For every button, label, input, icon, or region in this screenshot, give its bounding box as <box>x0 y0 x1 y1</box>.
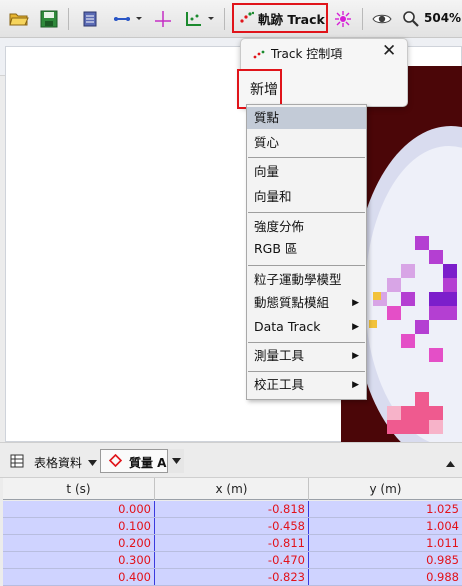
zoom-level[interactable]: 504% <box>424 11 461 25</box>
clip-settings-icon[interactable] <box>80 7 100 31</box>
table-cell[interactable]: -0.470 <box>155 552 309 568</box>
eye-icon[interactable] <box>370 7 394 31</box>
coordinate-axes-icon[interactable] <box>182 7 216 31</box>
track-dropdown-button[interactable] <box>167 449 184 473</box>
calibration-icon[interactable] <box>110 7 144 31</box>
table-toolbar: 表格資料 質量 A <box>0 442 462 478</box>
menu-divider <box>248 157 365 158</box>
table-icon <box>10 454 24 471</box>
table-row[interactable]: 0.100 -0.458 1.004 <box>3 518 462 535</box>
menu-item-data-track[interactable]: Data Track ▶ <box>247 316 366 338</box>
menu-item-vector[interactable]: 向量 <box>247 161 366 183</box>
track-button-label: 軌跡 Track <box>258 11 325 27</box>
close-icon[interactable]: ✕ <box>382 41 396 61</box>
chevron-down-icon[interactable] <box>88 456 97 470</box>
new-track-menu: 質點 質心 向量 向量和 強度分佈 RGB 區 粒子運動學模型 動態質點模組 ▶ … <box>246 104 367 400</box>
menu-divider <box>248 212 365 213</box>
table-cell[interactable]: 0.100 <box>3 518 155 534</box>
open-folder-icon[interactable] <box>8 7 30 31</box>
table-cell[interactable]: 0.200 <box>3 535 155 551</box>
table-row[interactable]: 0.400 -0.823 0.988 <box>3 569 462 586</box>
axes-icon[interactable] <box>152 7 174 31</box>
column-header-t[interactable]: t (s) <box>3 478 155 500</box>
menu-item-vector-sum[interactable]: 向量和 <box>247 186 366 208</box>
track-name: 質量 A <box>129 456 167 470</box>
table-cell[interactable]: 0.400 <box>3 569 155 585</box>
table-row[interactable]: 0.300 -0.470 0.985 <box>3 552 462 569</box>
table-cell[interactable]: -0.458 <box>155 518 309 534</box>
menu-item-measuring-tools[interactable]: 測量工具 ▶ <box>247 345 366 367</box>
table-cell[interactable]: 0.985 <box>309 552 462 568</box>
pencil-icon[interactable] <box>332 7 354 31</box>
menu-item-dynamic-particle[interactable]: 動態質點模組 ▶ <box>247 292 366 314</box>
track-control-title: Track 控制項 <box>271 47 343 61</box>
table-cell[interactable]: 1.004 <box>309 518 462 534</box>
menu-item-center-of-mass[interactable]: 質心 <box>247 132 366 154</box>
submenu-arrow-icon: ▶ <box>352 298 359 308</box>
save-icon[interactable] <box>38 7 60 31</box>
table-cell[interactable]: 0.300 <box>3 552 155 568</box>
menu-divider <box>248 371 365 372</box>
collapse-icon[interactable] <box>446 456 455 470</box>
diamond-icon <box>108 453 123 470</box>
table-cell[interactable]: 0.000 <box>3 501 155 517</box>
table-cell[interactable]: 1.025 <box>309 501 462 517</box>
track-button[interactable]: 軌跡 Track <box>232 3 328 33</box>
table-header: t (s) x (m) y (m) <box>3 478 462 500</box>
table-data-label[interactable]: 表格資料 <box>34 454 82 471</box>
table-cell[interactable]: -0.823 <box>155 569 309 585</box>
magnifier-icon[interactable] <box>401 7 421 31</box>
table-row[interactable]: 0.200 -0.811 1.011 <box>3 535 462 552</box>
table-cell[interactable]: -0.818 <box>155 501 309 517</box>
menu-divider <box>248 342 365 343</box>
table-cell[interactable]: -0.811 <box>155 535 309 551</box>
table-cell[interactable]: 0.988 <box>309 569 462 585</box>
menu-item-intensity-profile[interactable]: 強度分佈 <box>247 216 366 238</box>
main-toolbar: 軌跡 Track 504% <box>0 0 462 38</box>
submenu-arrow-icon: ▶ <box>352 351 359 361</box>
track-icon <box>240 11 255 26</box>
submenu-arrow-icon: ▶ <box>352 380 359 390</box>
menu-item-rgb-region[interactable]: RGB 區 <box>247 238 366 260</box>
column-header-x[interactable]: x (m) <box>155 478 309 500</box>
menu-item-calibration-tools[interactable]: 校正工具 ▶ <box>247 374 366 396</box>
submenu-arrow-icon: ▶ <box>352 322 359 332</box>
table-cell[interactable]: 1.011 <box>309 535 462 551</box>
column-header-y[interactable]: y (m) <box>309 478 462 500</box>
table-row[interactable]: 0.000 -0.818 1.025 <box>3 501 462 518</box>
track-selector[interactable]: 質量 A <box>100 449 184 473</box>
new-track-button[interactable]: 新增 <box>237 69 282 109</box>
menu-item-point-mass[interactable]: 質點 <box>247 107 366 129</box>
track-control-icon <box>253 48 267 62</box>
menu-item-particle-model[interactable]: 粒子運動學模型 <box>247 269 366 291</box>
menu-divider <box>248 265 365 266</box>
